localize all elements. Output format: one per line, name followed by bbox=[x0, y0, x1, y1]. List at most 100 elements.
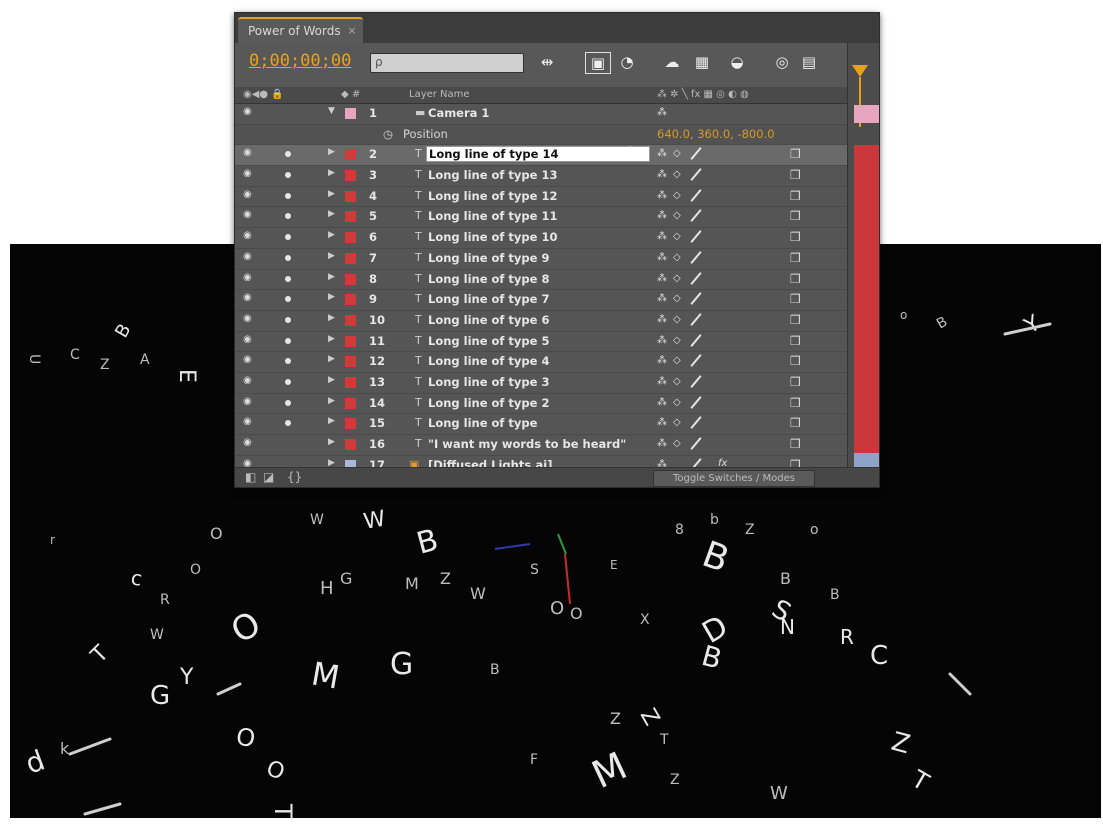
audio-solo-dot[interactable] bbox=[285, 358, 291, 365]
label-color-swatch[interactable] bbox=[345, 439, 356, 450]
motion-blur-icon[interactable]: ◒ bbox=[725, 52, 749, 72]
draft-3d-icon[interactable]: ◔ bbox=[615, 52, 639, 72]
eye-icon[interactable]: ◉ bbox=[243, 272, 255, 283]
3d-layer-icon[interactable]: ❒ bbox=[790, 396, 801, 410]
layer-row-3[interactable]: ◉ ▶ 3 T Long line of type 13 ⁂◇ ❒ bbox=[235, 166, 847, 187]
3d-layer-icon[interactable]: ❒ bbox=[790, 272, 801, 286]
label-color-swatch[interactable] bbox=[345, 252, 356, 264]
stopwatch-icon[interactable]: ◷ bbox=[383, 127, 393, 141]
3d-layer-icon[interactable]: ❒ bbox=[790, 354, 801, 368]
layer-name[interactable]: Long line of type 5 bbox=[428, 334, 549, 348]
label-color-swatch[interactable] bbox=[345, 294, 356, 306]
label-color-swatch[interactable] bbox=[345, 170, 356, 182]
layer-switches[interactable]: ⁂ bbox=[657, 107, 673, 118]
label-color-swatch[interactable] bbox=[345, 335, 356, 347]
layer-switches[interactable]: ⁂◇ bbox=[657, 376, 687, 387]
eye-icon[interactable]: ◉ bbox=[243, 417, 255, 427]
layer-name[interactable]: Long line of type 13 bbox=[428, 168, 557, 182]
layer-row-10[interactable]: ◉ ▶ 10 T Long line of type 6 ⁂◇ ❒ bbox=[235, 310, 847, 332]
timeline-track-area[interactable] bbox=[847, 43, 879, 487]
label-color-swatch[interactable] bbox=[345, 314, 356, 326]
twirl-right-icon[interactable]: ▶ bbox=[328, 272, 335, 282]
frame-blending-icon[interactable]: ▦ bbox=[690, 52, 714, 72]
label-color-swatch[interactable] bbox=[345, 273, 356, 285]
3d-layer-icon[interactable]: ❒ bbox=[790, 251, 801, 265]
twirl-right-icon[interactable]: ▶ bbox=[328, 189, 335, 199]
label-color-swatch[interactable] bbox=[345, 211, 356, 223]
3d-layer-icon[interactable]: ❒ bbox=[790, 209, 801, 223]
quality-switch-icon[interactable] bbox=[690, 354, 702, 368]
eye-icon[interactable]: ◉ bbox=[243, 396, 255, 407]
quality-switch-icon[interactable] bbox=[690, 333, 702, 347]
property-row-position[interactable]: ◷ Position 640.0, 360.0, -800.0 bbox=[235, 124, 847, 146]
layer-name[interactable]: Long line of type 4 bbox=[428, 354, 549, 368]
eye-icon[interactable]: ◉ bbox=[243, 210, 255, 220]
audio-solo-dot[interactable] bbox=[285, 296, 291, 303]
layer-row-14[interactable]: ◉ ▶ 14 T Long line of type 2 ⁂◇ ❒ bbox=[235, 393, 847, 415]
layer-switches[interactable]: ⁂◇ bbox=[657, 148, 687, 159]
eye-icon[interactable]: ◉ bbox=[243, 231, 255, 241]
eye-icon[interactable]: ◉ bbox=[243, 334, 255, 345]
audio-solo-dot[interactable] bbox=[285, 399, 291, 406]
layer-row-1[interactable]: ◉ ▼ 1 ▬ Camera 1 ⁂ bbox=[235, 104, 847, 125]
layer-search-input[interactable]: ρ bbox=[370, 53, 524, 73]
layer-row-6[interactable]: ◉ ▶ 6 T Long line of type 10 ⁂◇ ❒ bbox=[235, 228, 847, 249]
3d-layer-icon[interactable]: ❒ bbox=[790, 147, 801, 161]
layer-name[interactable]: Long line of type 9 bbox=[428, 251, 549, 265]
3d-layer-icon[interactable]: ❒ bbox=[790, 334, 801, 348]
layer-row-13[interactable]: ◉ ▶ 13 T Long line of type 3 ⁂◇ ❒ bbox=[235, 372, 847, 394]
layer-switches[interactable]: ⁂◇ bbox=[657, 210, 687, 221]
audio-solo-dot[interactable] bbox=[285, 378, 291, 385]
eye-icon[interactable]: ◉ bbox=[243, 148, 255, 158]
layer-name[interactable]: Long line of type 10 bbox=[428, 230, 557, 244]
audio-solo-dot[interactable] bbox=[285, 172, 291, 179]
layer-name[interactable]: Long line of type bbox=[428, 416, 537, 430]
eye-icon[interactable]: ◉ bbox=[243, 189, 255, 200]
twirl-down-icon[interactable]: ▼ bbox=[328, 106, 335, 116]
twirl-right-icon[interactable]: ▶ bbox=[328, 313, 335, 323]
layer-name-header[interactable]: Layer Name bbox=[409, 89, 470, 100]
audio-solo-dot[interactable] bbox=[285, 192, 291, 199]
twirl-right-icon[interactable]: ▶ bbox=[328, 437, 335, 447]
twirl-right-icon[interactable]: ▶ bbox=[328, 334, 335, 344]
position-value[interactable]: 640.0, 360.0, -800.0 bbox=[657, 127, 775, 141]
audio-solo-dot[interactable] bbox=[285, 213, 291, 220]
quality-switch-icon[interactable] bbox=[690, 230, 702, 244]
twirl-right-icon[interactable]: ▶ bbox=[328, 230, 335, 240]
layer-switches[interactable]: ⁂◇ bbox=[657, 190, 687, 201]
quality-switch-icon[interactable] bbox=[690, 416, 702, 430]
3d-layer-icon[interactable]: ❒ bbox=[790, 416, 801, 430]
layer-row-8[interactable]: ◉ ▶ 8 T Long line of type 8 ⁂◇ ❒ bbox=[235, 269, 847, 291]
label-color-swatch[interactable] bbox=[345, 149, 356, 161]
in-out-pane-icon[interactable]: {} bbox=[287, 470, 302, 484]
twirl-right-icon[interactable]: ▶ bbox=[328, 147, 335, 157]
layer-name[interactable]: Long line of type 8 bbox=[428, 272, 549, 286]
layer-row-16[interactable]: ◉ ▶ 16 T "I want my words to be heard" ⁂… bbox=[235, 435, 847, 456]
layer-name-edit-field[interactable]: Long line of type 14 bbox=[426, 146, 650, 163]
quality-switch-icon[interactable] bbox=[690, 168, 702, 181]
current-time-indicator-icon[interactable] bbox=[852, 65, 868, 77]
layer-row-11[interactable]: ◉ ▶ 11 T Long line of type 5 ⁂◇ ❒ bbox=[235, 331, 847, 353]
label-color-swatch[interactable] bbox=[345, 232, 356, 244]
layer-name[interactable]: Long line of type 6 bbox=[428, 313, 549, 327]
layer-switches[interactable]: ⁂◇ bbox=[657, 231, 687, 242]
layer-switches[interactable]: ⁂◇ bbox=[657, 397, 687, 408]
live-update-icon[interactable]: ▣ bbox=[585, 52, 611, 74]
layer-switches[interactable]: ⁂◇ bbox=[657, 438, 687, 449]
label-color-swatch[interactable] bbox=[345, 418, 356, 430]
quality-switch-icon[interactable] bbox=[690, 312, 702, 326]
layer-row-15[interactable]: ◉ ▶ 15 T Long line of type ⁂◇ ❒ bbox=[235, 414, 847, 435]
layer-row-2[interactable]: ◉ ▶ 2 T Long line of type 14 ⁂◇ ❒ bbox=[235, 143, 847, 167]
label-color-swatch[interactable] bbox=[345, 376, 356, 388]
close-icon[interactable]: × bbox=[347, 19, 356, 43]
quality-switch-icon[interactable] bbox=[690, 437, 702, 450]
layer-switches-pane-icon[interactable]: ◧ bbox=[245, 470, 256, 484]
label-color-swatch[interactable] bbox=[345, 397, 356, 409]
eye-icon[interactable]: ◉ bbox=[243, 107, 255, 117]
eye-icon[interactable]: ◉ bbox=[243, 313, 255, 324]
brainstorm-icon[interactable]: ▤ bbox=[797, 52, 821, 72]
composition-tab[interactable]: Power of Words × bbox=[238, 17, 363, 45]
hide-shy-layers-icon[interactable]: ☁ bbox=[660, 52, 684, 72]
label-color-swatch[interactable] bbox=[345, 356, 356, 368]
layer-switches[interactable]: ⁂◇ bbox=[657, 252, 687, 263]
